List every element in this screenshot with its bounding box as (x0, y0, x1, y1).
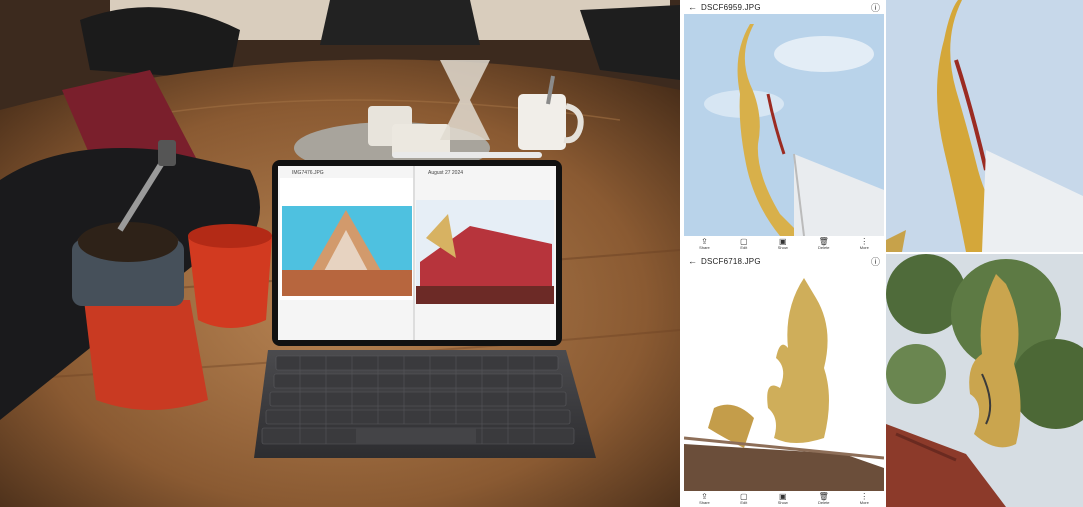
gallery-viewer-bottom: ← DSCF6718.JPG ⓘ ⇪ Share ▢ Edit ▣ Show 🗑 Del… (684, 254, 884, 507)
arrow-left-icon[interactable]: ← (688, 256, 697, 266)
viewer-header: ← DSCF6718.JPG ⓘ (684, 254, 884, 268)
photo-full-bottom (886, 254, 1083, 507)
table-scene-photo (0, 0, 680, 507)
arrow-left-icon[interactable]: ← (688, 2, 697, 12)
image-filename: DSCF6959.JPG (701, 2, 761, 12)
viewer-toolbar: ⇪ Share ▢ Edit ▣ Show 🗑 Delete ⋮ More (684, 236, 884, 252)
share-button[interactable]: ⇪ Share (699, 238, 710, 250)
share-button[interactable]: ⇪ Share (699, 493, 710, 505)
tablet-left-title: IMG7476.JPG (292, 170, 324, 176)
delete-button[interactable]: 🗑 Delete (818, 493, 830, 505)
photo-panel: IMG7476.JPG August 27 2024 (0, 0, 680, 507)
show-button[interactable]: ▣ Show (778, 493, 788, 505)
gallery-viewer-top: ← DSCF6959.JPG ⓘ ⇪ Share ▢ Edit ▣ Show 🗑 Del… (684, 0, 884, 252)
edit-button[interactable]: ▢ Edit (740, 493, 748, 505)
edit-button[interactable]: ▢ Edit (740, 238, 748, 250)
more-button[interactable]: ⋮ More (860, 238, 869, 250)
temple-finial-photo (684, 14, 884, 236)
delete-button[interactable]: 🗑 Delete (818, 238, 830, 250)
photo-view[interactable] (684, 14, 884, 236)
info-icon[interactable]: ⓘ (871, 255, 880, 268)
tablet-right-title: August 27 2024 (428, 170, 464, 176)
info-icon[interactable]: ⓘ (871, 1, 880, 14)
photo-view[interactable] (684, 268, 884, 491)
golden-naga-photo (684, 268, 884, 491)
naga-tree-fullframe (886, 254, 1083, 507)
more-button[interactable]: ⋮ More (860, 493, 869, 505)
viewer-header: ← DSCF6959.JPG ⓘ (684, 0, 884, 14)
image-filename: DSCF6718.JPG (701, 256, 761, 266)
photo-full-top (886, 0, 1083, 252)
viewer-toolbar: ⇪ Share ▢ Edit ▣ Show 🗑 Delete ⋮ More (684, 491, 884, 507)
temple-finial-fullframe (886, 0, 1083, 252)
show-button[interactable]: ▣ Show (778, 238, 788, 250)
